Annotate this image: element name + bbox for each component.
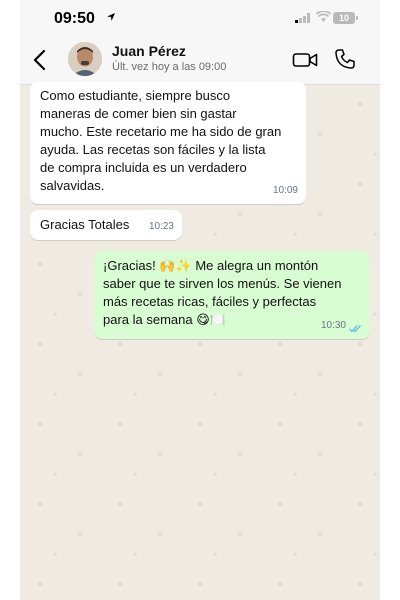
status-time: 09:50 [54, 10, 95, 27]
chat-header: Juan Pérez Últ. vez hoy a las 09:00 [20, 36, 380, 85]
avatar[interactable] [68, 42, 102, 76]
chevron-left-icon[interactable] [30, 48, 50, 72]
incoming-message[interactable]: Gracias Totales 10:23 [30, 210, 182, 240]
outgoing-message[interactable]: ¡Gracias! 🙌✨ Me alegra un montón saber q… [94, 251, 370, 339]
cellular-signal-icon [295, 13, 310, 23]
incoming-message[interactable]: Como estudiante, siempre busco maneras d… [30, 82, 306, 204]
location-arrow-icon [107, 13, 115, 21]
status-bar: 09:50 10 [20, 0, 380, 36]
battery-tip [356, 16, 358, 20]
wifi-icon [316, 11, 331, 22]
avatar-image [68, 42, 102, 76]
message-time: 10:09 [272, 185, 298, 196]
contact-name[interactable]: Juan Pérez [112, 43, 186, 59]
chat-screen: 09:50 10 Juan Pérez Últ. vez hoy a las 0… [20, 0, 380, 600]
message-text: Como estudiante, siempre busco maneras d… [40, 88, 282, 193]
phone-icon[interactable] [334, 48, 356, 70]
double-check-icon [349, 325, 361, 333]
message-time: 10:30 [320, 320, 346, 331]
battery-indicator: 10 [333, 12, 355, 24]
message-text: Gracias Totales [40, 217, 130, 232]
video-camera-icon[interactable] [292, 50, 318, 70]
last-seen-status: Últ. vez hoy a las 09:00 [112, 61, 227, 73]
message-time: 10:23 [148, 221, 174, 232]
